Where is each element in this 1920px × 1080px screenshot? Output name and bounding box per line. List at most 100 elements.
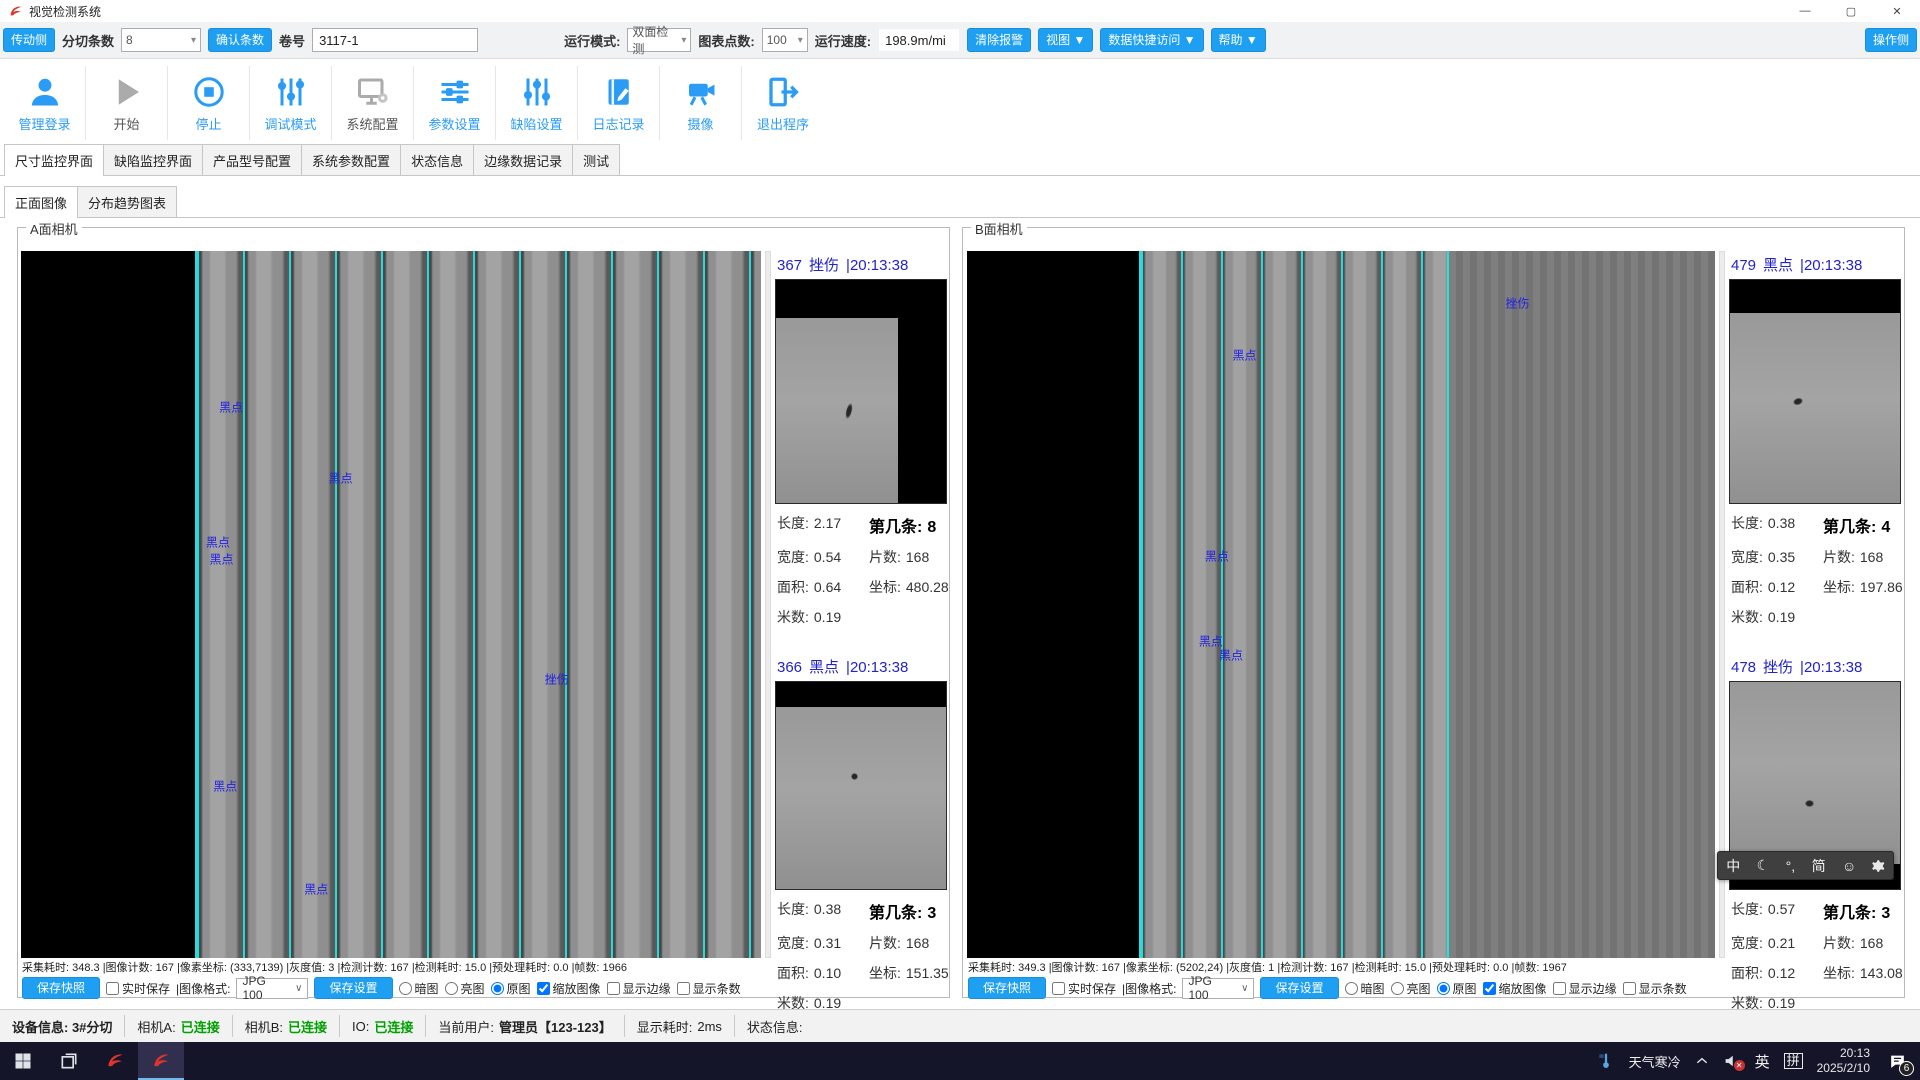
roll-number-input[interactable]: 3117-1 <box>312 28 478 52</box>
defect-type: 挫伤 <box>809 254 839 275</box>
chart-points-select[interactable]: 100▾ <box>762 28 808 52</box>
defect-card-header: 367 挫伤 |20:13:38 <box>775 251 947 279</box>
camera-b-image[interactable]: 挫伤黑点黑点黑点黑点 <box>967 251 1715 958</box>
dark-image-radio[interactable]: 暗图 <box>1345 980 1385 997</box>
camera-a-image[interactable]: 黑点黑点黑点黑点挫伤黑点黑点 <box>21 251 761 958</box>
show-strips-checkbox[interactable]: 显示条数 <box>1623 980 1687 997</box>
camera-a-title: A面相机 <box>26 219 82 238</box>
subtab-front-image[interactable]: 正面图像 <box>4 186 78 218</box>
tool-camera-capture[interactable]: 摄像 <box>660 66 742 140</box>
help-menu-button[interactable]: 帮助 ▼ <box>1211 28 1266 52</box>
tool-exit-program[interactable]: 退出程序 <box>742 66 824 140</box>
ime-halfwidth-icon[interactable]: ☾ <box>1755 857 1772 874</box>
view-menu-button[interactable]: 视图 ▼ <box>1038 28 1093 52</box>
tool-system-config[interactable]: 系统配置 <box>332 66 414 140</box>
dark-image-radio[interactable]: 暗图 <box>399 980 439 997</box>
tab-status-info[interactable]: 状态信息 <box>400 144 474 175</box>
clear-alarm-button[interactable]: 清除报警 <box>967 28 1031 52</box>
hidden-icons-chevron-icon[interactable] <box>1695 1054 1709 1068</box>
tool-defect-settings[interactable]: 缺陷设置 <box>496 66 578 140</box>
chevron-down-icon: ▾ <box>681 35 686 46</box>
show-edge-checkbox[interactable]: 显示边缘 <box>1553 980 1617 997</box>
tool-parameter-settings[interactable]: 参数设置 <box>414 66 496 140</box>
realtime-save-checkbox[interactable]: 实时保存 <box>106 980 170 997</box>
zoom-image-checkbox[interactable]: 缩放图像 <box>537 980 601 997</box>
close-button[interactable]: ✕ <box>1874 0 1920 22</box>
device-info: 设备信息: 3#分切 <box>0 1015 125 1037</box>
tab-defect-monitor[interactable]: 缺陷监控界面 <box>103 144 203 175</box>
minimize-button[interactable]: — <box>1782 0 1828 22</box>
volume-muted-icon[interactable]: ✕ <box>1723 1052 1741 1070</box>
defect-field: 片数:168 <box>1823 547 1903 567</box>
ime-emoji-icon[interactable]: ☺ <box>1840 858 1858 874</box>
task-view-button[interactable] <box>46 1042 92 1080</box>
camera-b-status-line: 采集耗时: 349.3 |图像计数: 167 |像素坐标: (5202,24) … <box>968 959 1716 975</box>
ime-simplified[interactable]: 简 <box>1810 856 1828 876</box>
save-snapshot-button[interactable]: 保存快照 <box>22 977 100 999</box>
show-strips-checkbox[interactable]: 显示条数 <box>677 980 741 997</box>
image-format-select[interactable]: JPG 100∨ <box>236 978 308 999</box>
maximize-button[interactable]: ▢ <box>1828 0 1874 22</box>
gear-icon[interactable] <box>1871 858 1887 874</box>
bright-image-radio[interactable]: 亮图 <box>445 980 485 997</box>
ime-indicator[interactable]: 拼 <box>1784 1053 1803 1069</box>
subtab-distribution-chart[interactable]: 分布趋势图表 <box>77 186 177 217</box>
realtime-save-checkbox[interactable]: 实时保存 <box>1052 980 1116 997</box>
original-image-radio[interactable]: 原图 <box>491 980 531 997</box>
original-image-radio[interactable]: 原图 <box>1437 980 1477 997</box>
save-snapshot-button[interactable]: 保存快照 <box>968 977 1046 999</box>
defect-field: 长度:0.38 <box>1731 513 1819 537</box>
tool-admin-login[interactable]: 管理登录 <box>4 66 86 140</box>
taskbar-clock[interactable]: 20:13 2025/2/10 <box>1817 1046 1870 1076</box>
defect-field: 坐标:480.28 <box>869 577 949 597</box>
defect-field: 米数:0.19 <box>777 607 865 627</box>
confirm-strip-count-button[interactable]: 确认条数 <box>208 28 272 52</box>
pinned-app-icon[interactable] <box>92 1042 138 1080</box>
camera-a-controls: 保存快照 实时保存 |图像格式: JPG 100∨ 保存设置 暗图 亮图 原图 … <box>22 977 741 999</box>
defect-card[interactable]: 479 黑点 |20:13:38 长度:0.38第几条:4宽度:0.35片数:1… <box>1729 251 1901 627</box>
run-mode-select[interactable]: 双面检测▾ <box>627 28 691 52</box>
show-edge-checkbox[interactable]: 显示边缘 <box>607 980 671 997</box>
tab-test[interactable]: 测试 <box>572 144 620 175</box>
tab-system-param-config[interactable]: 系统参数配置 <box>301 144 401 175</box>
action-center-button[interactable]: 6 <box>1884 1048 1910 1074</box>
data-quick-access-button[interactable]: 数据快捷访问 ▼ <box>1100 28 1203 52</box>
camera-a-scrollbar[interactable] <box>765 251 771 958</box>
tab-size-monitor[interactable]: 尺寸监控界面 <box>4 144 104 176</box>
connection-status: 已连接 <box>288 1017 327 1036</box>
ime-toolbar[interactable]: 中 ☾ °, 简 ☺ <box>1717 851 1894 880</box>
strip-count-select[interactable]: 8▾ <box>121 28 201 52</box>
tool-start[interactable]: 开始 <box>86 66 168 140</box>
tool-debug-mode[interactable]: 调试模式 <box>250 66 332 140</box>
strip-region <box>195 251 761 958</box>
tool-log-record[interactable]: 日志记录 <box>578 66 660 140</box>
ime-punctuation-icon[interactable]: °, <box>1784 858 1798 874</box>
defect-time: |20:13:38 <box>846 659 908 676</box>
weather-text[interactable]: 天气寒冷 <box>1629 1052 1681 1071</box>
defect-card[interactable]: 367 挫伤 |20:13:38 长度:2.17第几条:8宽度:0.54片数:1… <box>775 251 947 627</box>
exit-icon <box>765 74 801 110</box>
operate-side-button[interactable]: 操作侧 <box>1865 28 1917 52</box>
bright-image-radio[interactable]: 亮图 <box>1391 980 1431 997</box>
ime-mode-chinese[interactable]: 中 <box>1724 856 1742 876</box>
chevron-down-icon: ▾ <box>191 35 196 46</box>
defect-label: 挫伤 <box>1506 295 1530 312</box>
image-format-select[interactable]: JPG 100∨ <box>1182 978 1254 999</box>
tab-edge-data-record[interactable]: 边缘数据记录 <box>473 144 573 175</box>
running-app-icon[interactable] <box>138 1042 184 1080</box>
save-settings-button[interactable]: 保存设置 <box>1260 977 1338 999</box>
tab-product-model-config[interactable]: 产品型号配置 <box>202 144 302 175</box>
defect-card[interactable]: 478 挫伤 |20:13:38 长度:0.57第几条:3宽度:0.21片数:1… <box>1729 653 1901 1013</box>
drive-side-button[interactable]: 传动侧 <box>3 28 55 52</box>
defect-card[interactable]: 366 黑点 |20:13:38 长度:0.38第几条:3宽度:0.31片数:1… <box>775 653 947 1013</box>
zoom-image-checkbox[interactable]: 缩放图像 <box>1483 980 1547 997</box>
run-speed-label: 运行速度: <box>815 31 871 50</box>
language-indicator[interactable]: 英 <box>1755 1051 1770 1072</box>
image-format-label: |图像格式: <box>1122 980 1176 997</box>
start-button[interactable] <box>0 1042 46 1080</box>
tool-stop[interactable]: 停止 <box>168 66 250 140</box>
app-logo-icon <box>105 1051 125 1071</box>
defect-type: 黑点 <box>809 656 839 677</box>
save-settings-button[interactable]: 保存设置 <box>314 977 392 999</box>
defect-field: 坐标:197.86 <box>1823 577 1903 597</box>
